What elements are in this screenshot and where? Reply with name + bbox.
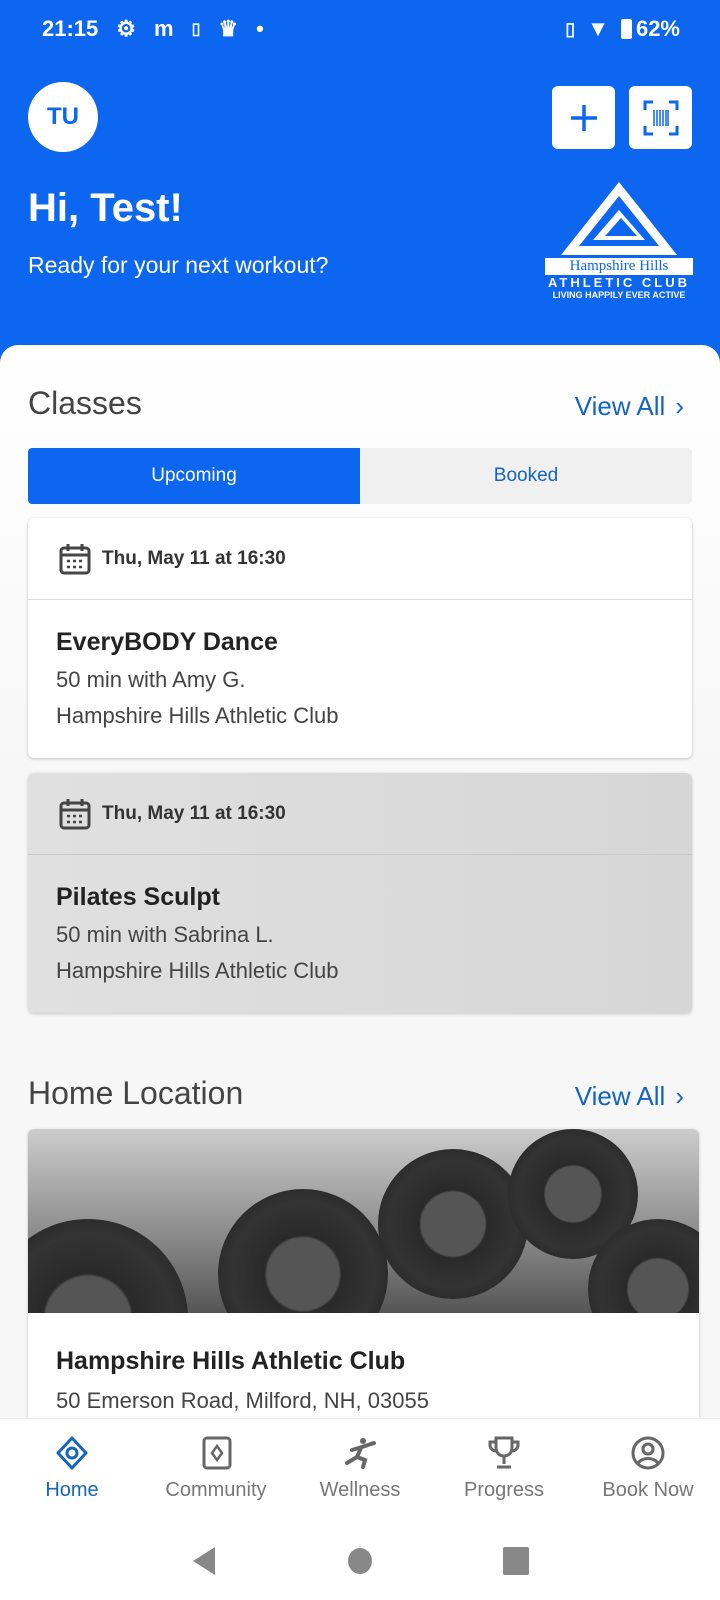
chevron-right-icon: › <box>675 391 684 421</box>
main-content: Classes View All › Upcoming Booked Thu, M… <box>0 345 720 1420</box>
class-location: Hampshire Hills Athletic Club <box>56 703 339 728</box>
class-detail: 50 min with Amy G. <box>56 667 246 692</box>
class-detail: 50 min with Sabrina L. <box>56 922 274 947</box>
classes-tabs: Upcoming Booked <box>28 448 692 504</box>
tab-upcoming[interactable]: Upcoming <box>28 448 360 504</box>
class-date: Thu, May 11 at 16:30 <box>102 802 286 824</box>
back-icon[interactable] <box>191 1546 217 1576</box>
class-name: EveryBODY Dance <box>56 628 278 656</box>
location-address: 50 Emerson Road, Milford, NH, 03055 <box>56 1388 429 1413</box>
class-card[interactable]: Thu, May 11 at 16:30 EveryBODY Dance 50 … <box>28 518 692 758</box>
calendar-icon <box>59 798 91 829</box>
nav-progress[interactable]: Progress <box>432 1419 576 1522</box>
sim-icon: ▯ <box>191 21 201 38</box>
classes-view-all-link[interactable]: View All › <box>575 391 684 422</box>
class-card[interactable]: Thu, May 11 at 16:30 Pilates Sculpt 50 m… <box>28 773 692 1013</box>
wellness-icon <box>345 1438 376 1469</box>
classes-title: Classes <box>28 385 142 421</box>
nav-wellness[interactable]: Wellness <box>288 1419 432 1522</box>
class-name: Pilates Sculpt <box>56 883 220 911</box>
bottom-navigation: Home Community Wellness Progress Book No… <box>0 1418 720 1522</box>
avatar[interactable]: TU <box>28 82 98 152</box>
tab-booked[interactable]: Booked <box>360 448 692 504</box>
vibrate-icon: ▯ <box>565 18 576 39</box>
community-icon <box>202 1436 232 1470</box>
home-location-title: Home Location <box>28 1075 244 1111</box>
class-date: Thu, May 11 at 16:30 <box>102 547 286 569</box>
logo-triangle-icon <box>561 182 677 255</box>
settings-icon: ⚙ <box>116 16 137 41</box>
battery-icon <box>620 19 632 39</box>
club-logo: Hampshire Hills ATHLETIC CLUB LIVING HAP… <box>545 180 693 300</box>
recents-icon[interactable] <box>503 1547 529 1575</box>
m-icon: m <box>154 16 174 41</box>
location-view-all-link[interactable]: View All › <box>575 1081 684 1112</box>
status-time: 21:15 <box>42 16 99 41</box>
account-icon <box>631 1436 665 1470</box>
greeting-subtitle: Ready for your next workout? <box>28 252 329 278</box>
chevron-right-icon: › <box>675 1081 684 1111</box>
home-circle-icon[interactable] <box>347 1547 373 1575</box>
status-bar: 21:15 ⚙ m ▯ ♛ • ▯ ▼ 62% <box>42 14 680 44</box>
barcode-scan-icon <box>643 100 678 135</box>
nav-community[interactable]: Community <box>144 1419 288 1522</box>
wifi-icon: ▼ <box>587 16 609 41</box>
dot-icon: • <box>256 16 264 41</box>
location-name: Hampshire Hills Athletic Club <box>56 1347 406 1375</box>
battery-level: 62% <box>635 16 680 41</box>
nav-book-now[interactable]: Book Now <box>576 1419 720 1522</box>
add-button[interactable] <box>552 86 615 149</box>
trophy-icon <box>488 1436 520 1469</box>
home-icon <box>56 1436 88 1470</box>
greeting: Hi, Test! <box>28 186 183 230</box>
class-location: Hampshire Hills Athletic Club <box>56 958 339 983</box>
crown-icon: ♛ <box>218 16 239 41</box>
nav-home[interactable]: Home <box>0 1419 144 1522</box>
home-location-card[interactable]: Hampshire Hills Athletic Club 50 Emerson… <box>28 1129 699 1420</box>
header: 21:15 ⚙ m ▯ ♛ • ▯ ▼ 62% TU Hi, Test! Rea… <box>0 0 720 370</box>
gym-dumbbells-image <box>28 1129 699 1313</box>
calendar-icon <box>59 543 91 574</box>
plus-icon <box>570 104 597 131</box>
scan-barcode-button[interactable] <box>629 86 692 149</box>
system-navigation-bar <box>0 1522 720 1600</box>
